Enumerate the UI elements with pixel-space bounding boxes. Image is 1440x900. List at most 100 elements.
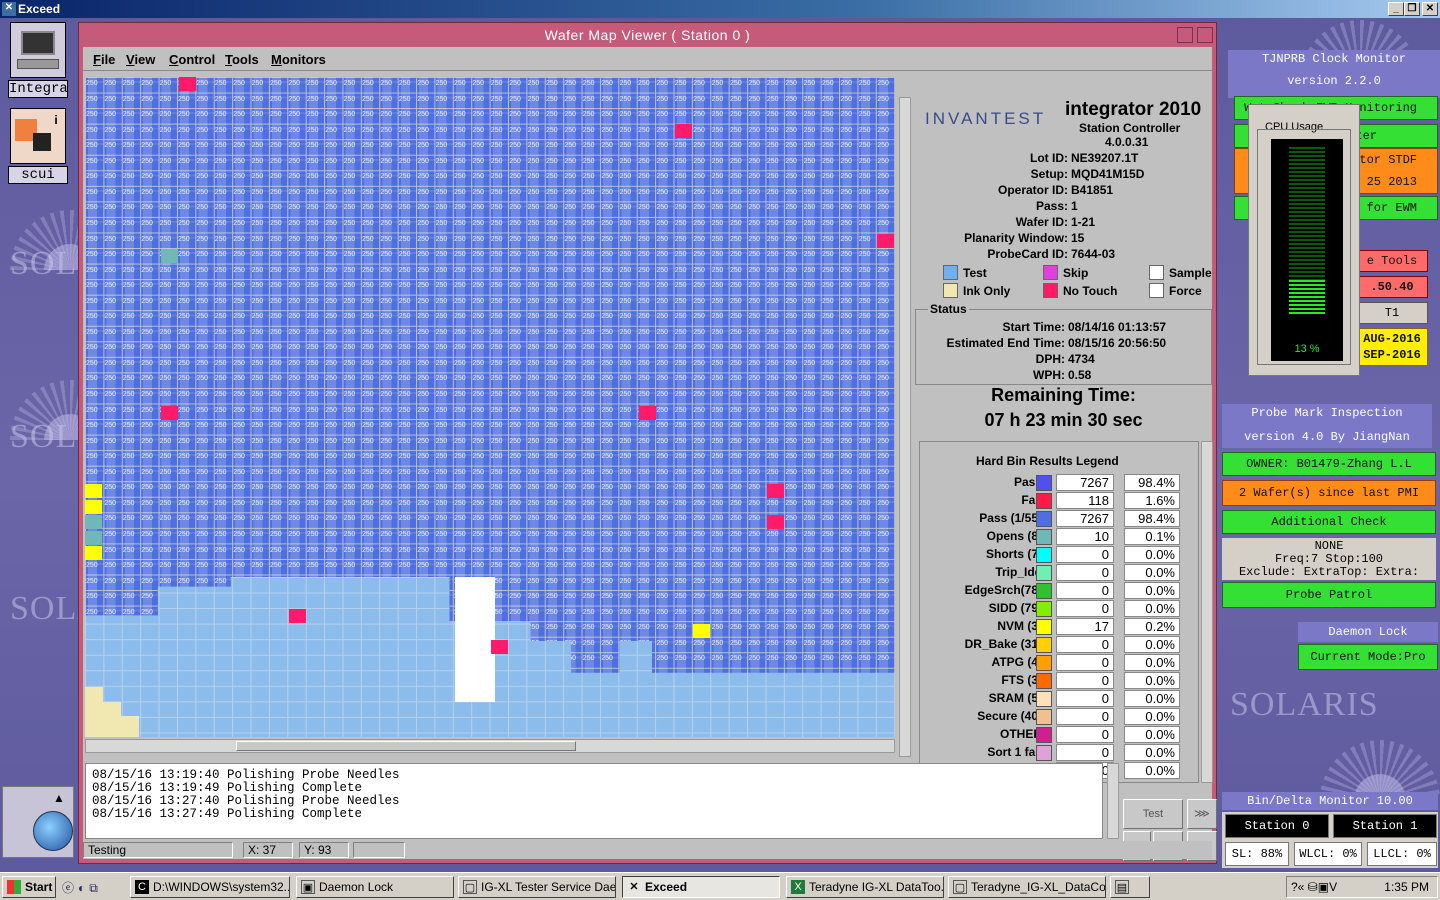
die-cell[interactable]: 250 bbox=[491, 77, 508, 91]
die-cell[interactable]: 250 bbox=[675, 481, 692, 495]
die-cell[interactable]: 250 bbox=[344, 155, 361, 169]
die-cell[interactable]: 250 bbox=[196, 233, 213, 247]
die-cell[interactable]: 250 bbox=[528, 264, 545, 278]
die-cell[interactable]: 250 bbox=[822, 139, 839, 153]
hscroll-thumb[interactable] bbox=[236, 741, 576, 751]
die-cell[interactable]: 250 bbox=[840, 357, 857, 371]
die-cell[interactable]: 250 bbox=[748, 466, 765, 480]
die-cell[interactable]: 250 bbox=[546, 559, 563, 573]
die-cell[interactable]: 250 bbox=[307, 217, 324, 231]
die-cell[interactable]: 250 bbox=[325, 217, 342, 231]
fail-cell[interactable] bbox=[877, 234, 894, 248]
die-cell[interactable]: 250 bbox=[528, 108, 545, 122]
die-cell[interactable]: 250 bbox=[620, 388, 637, 402]
die-cell[interactable]: 250 bbox=[712, 201, 729, 215]
die-cell[interactable]: 250 bbox=[233, 186, 250, 200]
fail-cell[interactable] bbox=[179, 77, 196, 91]
die-cell[interactable]: 250 bbox=[233, 310, 250, 324]
die-cell[interactable]: 250 bbox=[620, 170, 637, 184]
die-cell[interactable]: 250 bbox=[601, 621, 618, 635]
die-cell[interactable]: 250 bbox=[528, 170, 545, 184]
die-cell[interactable]: 250 bbox=[767, 559, 784, 573]
die-cell[interactable]: 250 bbox=[196, 155, 213, 169]
die-cell[interactable]: 250 bbox=[344, 139, 361, 153]
die-cell[interactable]: 250 bbox=[399, 77, 416, 91]
die-cell[interactable]: 250 bbox=[160, 310, 177, 324]
die-cell[interactable]: 250 bbox=[675, 341, 692, 355]
die-cell[interactable]: 250 bbox=[362, 108, 379, 122]
die-cell[interactable]: 250 bbox=[693, 93, 710, 107]
die-cell[interactable]: 250 bbox=[196, 201, 213, 215]
die-cell[interactable]: 250 bbox=[380, 77, 397, 91]
die-cell[interactable]: 250 bbox=[344, 357, 361, 371]
die-cell[interactable]: 250 bbox=[638, 217, 655, 231]
die-cell[interactable]: 250 bbox=[196, 279, 213, 293]
die-cell[interactable]: 250 bbox=[638, 233, 655, 247]
die-cell[interactable]: 250 bbox=[196, 512, 213, 526]
die-cell[interactable]: 250 bbox=[417, 357, 434, 371]
die-cell[interactable]: 250 bbox=[712, 404, 729, 418]
die-cell[interactable]: 250 bbox=[840, 139, 857, 153]
die-cell[interactable]: 250 bbox=[804, 481, 821, 495]
die-cell[interactable]: 250 bbox=[252, 419, 269, 433]
die-cell[interactable]: 250 bbox=[196, 295, 213, 309]
die-cell[interactable]: 250 bbox=[362, 279, 379, 293]
die-cell[interactable]: 250 bbox=[436, 512, 453, 526]
die-cell[interactable]: 250 bbox=[620, 279, 637, 293]
die-cell[interactable]: 250 bbox=[215, 124, 232, 138]
die-cell[interactable]: 250 bbox=[160, 466, 177, 480]
die-cell[interactable]: 250 bbox=[564, 606, 581, 620]
die-cell[interactable]: 250 bbox=[325, 295, 342, 309]
die-cell[interactable]: 250 bbox=[288, 155, 305, 169]
die-cell[interactable]: 250 bbox=[196, 575, 213, 589]
die-cell[interactable]: 250 bbox=[748, 295, 765, 309]
die-cell[interactable]: 250 bbox=[123, 528, 140, 542]
die-cell[interactable]: 250 bbox=[270, 404, 287, 418]
die-cell[interactable]: 250 bbox=[454, 481, 471, 495]
die-cell[interactable]: 250 bbox=[840, 217, 857, 231]
die-cell[interactable]: 250 bbox=[804, 139, 821, 153]
desktop-icon-integra[interactable]: Integra bbox=[8, 22, 68, 98]
die-cell[interactable]: 250 bbox=[362, 139, 379, 153]
die-cell[interactable]: 250 bbox=[491, 466, 508, 480]
die-cell[interactable]: 250 bbox=[859, 77, 876, 91]
die-cell[interactable]: 250 bbox=[840, 481, 857, 495]
die-cell[interactable]: 250 bbox=[785, 341, 802, 355]
die-cell[interactable]: 250 bbox=[601, 264, 618, 278]
die-cell[interactable]: 250 bbox=[196, 326, 213, 340]
die-cell[interactable]: 250 bbox=[620, 248, 637, 262]
die-cell[interactable]: 250 bbox=[160, 575, 177, 589]
die-cell[interactable]: 250 bbox=[472, 528, 489, 542]
die-cell[interactable]: 250 bbox=[822, 372, 839, 386]
die-cell[interactable]: 250 bbox=[675, 544, 692, 558]
die-cell[interactable]: 250 bbox=[877, 652, 894, 666]
die-cell[interactable]: 250 bbox=[104, 233, 121, 247]
die-cell[interactable]: 250 bbox=[233, 450, 250, 464]
die-cell[interactable]: 250 bbox=[454, 357, 471, 371]
die-cell[interactable]: 250 bbox=[344, 124, 361, 138]
die-cell[interactable]: 250 bbox=[399, 341, 416, 355]
die-cell[interactable]: 250 bbox=[877, 512, 894, 526]
die-cell[interactable]: 250 bbox=[141, 248, 158, 262]
die-cell[interactable]: 250 bbox=[307, 544, 324, 558]
die-cell[interactable]: 250 bbox=[877, 481, 894, 495]
die-cell[interactable]: 250 bbox=[178, 279, 195, 293]
die-cell[interactable]: 250 bbox=[252, 497, 269, 511]
die-cell[interactable]: 250 bbox=[546, 621, 563, 635]
die-cell[interactable]: 250 bbox=[564, 590, 581, 604]
die-cell[interactable]: 250 bbox=[822, 606, 839, 620]
die-cell[interactable]: 250 bbox=[362, 372, 379, 386]
die-cell[interactable]: 250 bbox=[785, 279, 802, 293]
die-cell[interactable]: 250 bbox=[859, 201, 876, 215]
die-cell[interactable]: 250 bbox=[380, 295, 397, 309]
die-cell[interactable]: 250 bbox=[528, 419, 545, 433]
die-cell[interactable]: 250 bbox=[528, 466, 545, 480]
die-cell[interactable]: 250 bbox=[307, 93, 324, 107]
die-cell[interactable]: 250 bbox=[270, 108, 287, 122]
die-cell[interactable]: 250 bbox=[564, 341, 581, 355]
die-cell[interactable]: 250 bbox=[583, 264, 600, 278]
die-cell[interactable]: 250 bbox=[86, 357, 103, 371]
die-cell[interactable]: 250 bbox=[730, 372, 747, 386]
die-cell[interactable]: 250 bbox=[509, 310, 526, 324]
die-cell[interactable]: 250 bbox=[730, 481, 747, 495]
